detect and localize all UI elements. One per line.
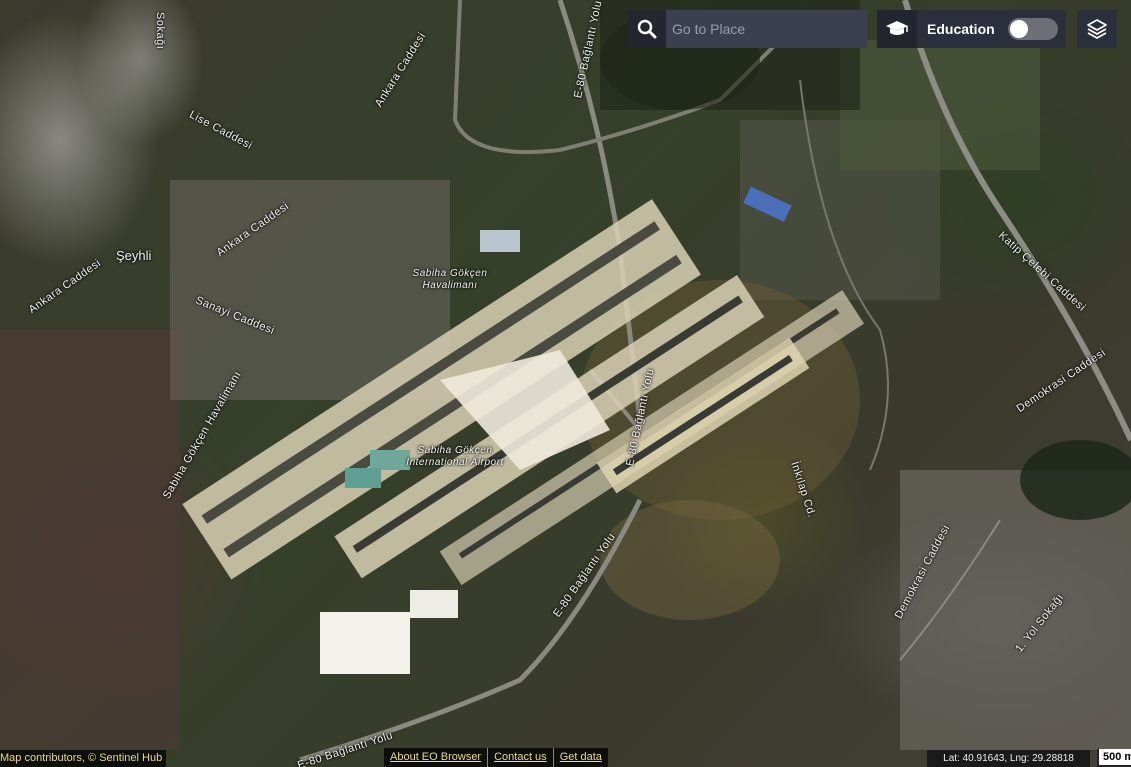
layers-button[interactable]: [1077, 10, 1117, 48]
map-attribution: Map contributors, © Sentinel Hub: [0, 750, 167, 767]
about-eo-browser-link[interactable]: About EO Browser: [384, 748, 488, 767]
education-mode-control: Education: [877, 10, 1066, 48]
search-box: [628, 10, 867, 48]
contact-us-link[interactable]: Contact us: [487, 748, 553, 767]
place-label: Şeyhli: [116, 248, 152, 263]
search-input[interactable]: [666, 10, 867, 48]
education-label: Education: [927, 21, 995, 37]
map-imagery: [0, 0, 1131, 763]
layers-icon: [1087, 19, 1107, 39]
toggle-knob: [1010, 20, 1028, 38]
education-toggle[interactable]: [1008, 18, 1058, 40]
cursor-coordinates: Lat: 40.91643, Lng: 29.28818: [927, 750, 1090, 767]
graduation-cap-icon: [877, 10, 917, 48]
road-label: Sokağı: [154, 12, 166, 50]
footer-links: About EO Browser Contact us Get data: [384, 748, 608, 767]
satellite-map[interactable]: Sokağı Ankara Caddesi Lise Caddesi Ankar…: [0, 0, 1131, 767]
get-data-link[interactable]: Get data: [552, 748, 608, 767]
search-icon[interactable]: [628, 10, 666, 48]
scale-bar: 500 m: [1097, 749, 1131, 767]
poi-label-airport-en: Sabiha Gökçen International Airport: [406, 445, 504, 468]
poi-label-airport-tr: Sabiha Gökçen Havalimanı: [412, 268, 488, 291]
